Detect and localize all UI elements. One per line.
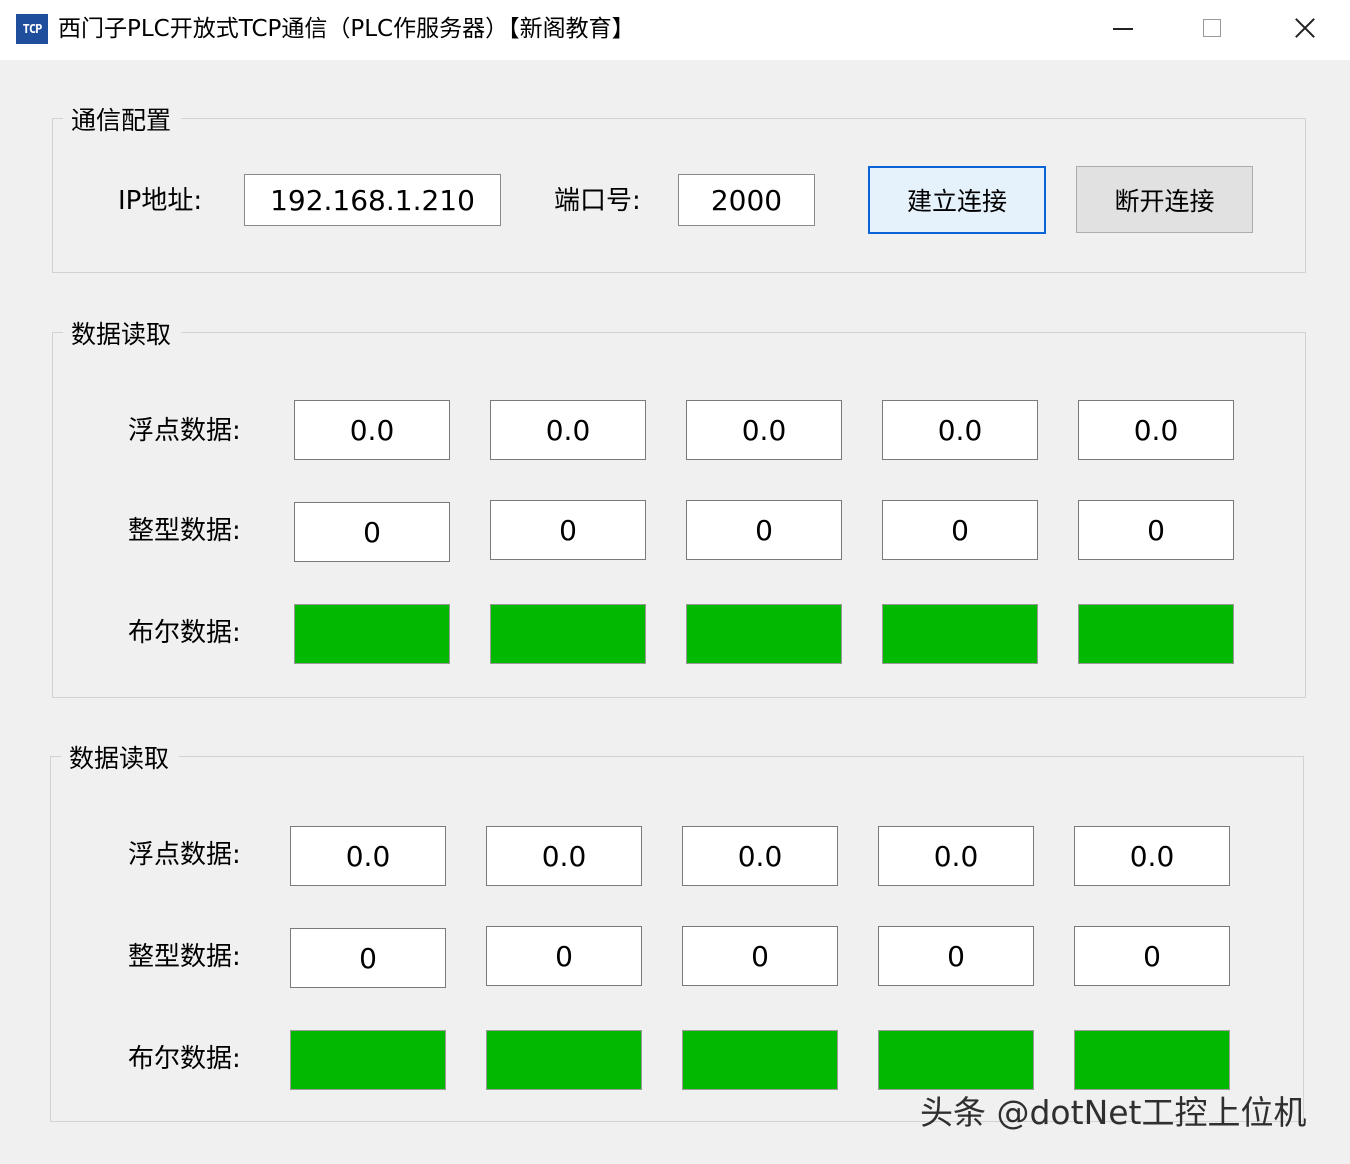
s1-int-field-3[interactable]: 0 (686, 500, 842, 560)
s2-bool-indicator-2 (486, 1030, 642, 1090)
s1-int-field-5[interactable]: 0 (1078, 500, 1234, 560)
s2-int-label: 整型数据: (128, 942, 241, 972)
ip-input[interactable]: 192.168.1.210 (244, 174, 501, 226)
s1-float-field-3[interactable]: 0.0 (686, 400, 842, 460)
port-label: 端口号: (554, 186, 641, 216)
s2-bool-indicator-5 (1074, 1030, 1230, 1090)
s2-float-field-2[interactable]: 0.0 (486, 826, 642, 886)
s2-float-field-1[interactable]: 0.0 (290, 826, 446, 886)
title-bar: TCP 西门子PLC开放式TCP通信（PLC作服务器）【新阁教育】 (0, 0, 1350, 60)
s1-int-field-2[interactable]: 0 (490, 500, 646, 560)
s1-int-label: 整型数据: (128, 516, 241, 546)
s2-int-field-2[interactable]: 0 (486, 926, 642, 986)
s1-bool-label: 布尔数据: (128, 618, 241, 648)
s2-int-field-3[interactable]: 0 (682, 926, 838, 986)
s2-float-field-4[interactable]: 0.0 (878, 826, 1034, 886)
s2-int-field-1[interactable]: 0 (290, 928, 446, 988)
s2-bool-indicator-4 (878, 1030, 1034, 1090)
s1-int-field-1[interactable]: 0 (294, 502, 450, 562)
tcp-app-icon: TCP (16, 14, 48, 44)
close-button[interactable] (1258, 0, 1348, 58)
s2-bool-label: 布尔数据: (128, 1044, 241, 1074)
s1-int-field-4[interactable]: 0 (882, 500, 1038, 560)
watermark-text: 头条 @dotNet工控上位机 (920, 1093, 1307, 1132)
s1-bool-indicator-5 (1078, 604, 1234, 664)
s1-bool-indicator-3 (686, 604, 842, 664)
config-group-title: 通信配置 (63, 106, 182, 136)
s2-int-field-5[interactable]: 0 (1074, 926, 1230, 986)
window-title: 西门子PLC开放式TCP通信（PLC作服务器）【新阁教育】 (58, 16, 635, 42)
s2-float-field-3[interactable]: 0.0 (682, 826, 838, 886)
s1-float-field-5[interactable]: 0.0 (1078, 400, 1234, 460)
s1-float-field-1[interactable]: 0.0 (294, 400, 450, 460)
s2-int-field-4[interactable]: 0 (878, 926, 1034, 986)
s2-float-field-5[interactable]: 0.0 (1074, 826, 1230, 886)
s1-bool-indicator-4 (882, 604, 1038, 664)
disconnect-button[interactable]: 断开连接 (1076, 166, 1253, 233)
port-input[interactable]: 2000 (678, 174, 815, 226)
maximize-button[interactable] (1167, 0, 1257, 58)
s2-bool-indicator-1 (290, 1030, 446, 1090)
connect-button[interactable]: 建立连接 (868, 166, 1046, 234)
s1-float-label: 浮点数据: (128, 416, 241, 446)
s1-float-field-2[interactable]: 0.0 (490, 400, 646, 460)
s1-bool-indicator-2 (490, 604, 646, 664)
data-read-group-1-title: 数据读取 (63, 320, 182, 350)
s1-float-field-4[interactable]: 0.0 (882, 400, 1038, 460)
s2-bool-indicator-3 (682, 1030, 838, 1090)
s1-bool-indicator-1 (294, 604, 450, 664)
s2-float-label: 浮点数据: (128, 840, 241, 870)
ip-label: IP地址: (118, 186, 203, 216)
data-read-group-2-title: 数据读取 (61, 744, 180, 774)
minimize-button[interactable] (1077, 0, 1167, 58)
